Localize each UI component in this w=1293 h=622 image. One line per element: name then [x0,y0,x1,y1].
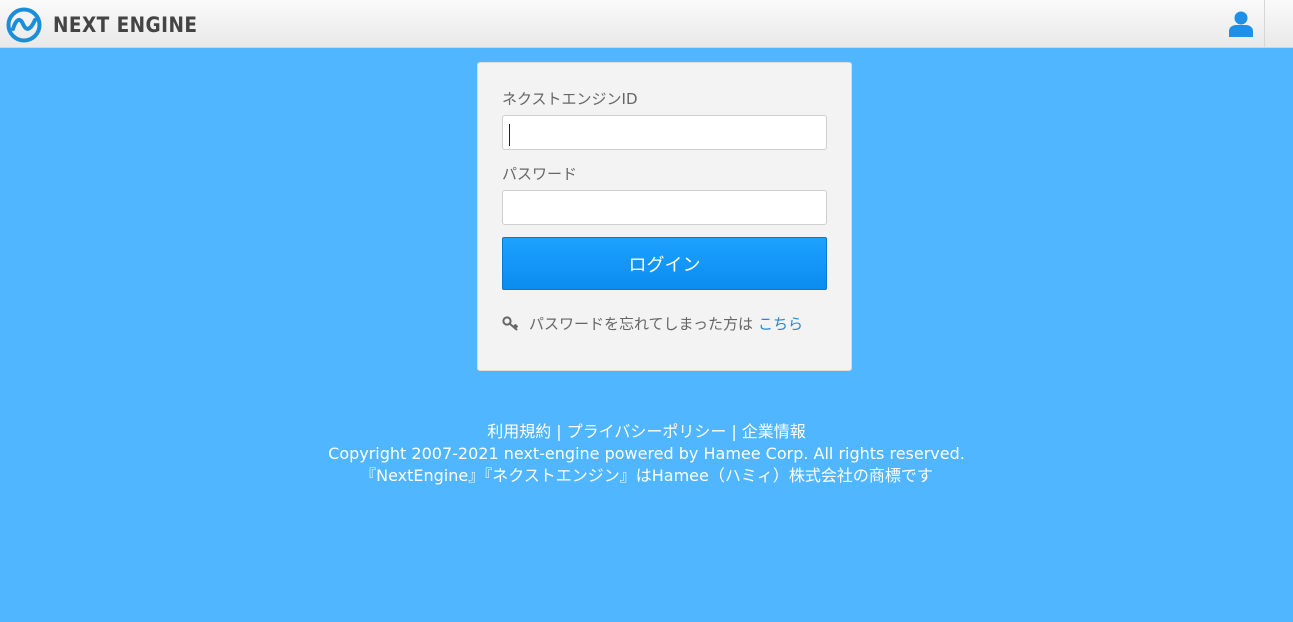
forgot-password-row: パスワードを忘れてしまった方は こちら [502,313,803,334]
footer: 利用規約 | プライバシーポリシー | 企業情報 Copyright 2007-2021… [0,421,1293,487]
top-header: NEXT ENGINE [0,0,1293,48]
user-icon [1229,11,1253,37]
footer-separator: | [556,422,562,441]
forgot-password-link[interactable]: こちら [758,313,803,334]
footer-link-terms[interactable]: 利用規約 [487,422,551,441]
next-engine-logo[interactable]: NEXT ENGINE [6,7,217,43]
text-caret [509,124,510,146]
footer-links: 利用規約 | プライバシーポリシー | 企業情報 [0,421,1293,443]
user-menu-button[interactable] [1217,0,1265,48]
header-divider [1264,0,1265,48]
footer-link-company[interactable]: 企業情報 [742,422,806,441]
key-icon [502,316,519,331]
login-button-label: ログイン [628,254,701,276]
forgot-password-text: パスワードを忘れてしまった方は [529,315,753,333]
logo-mark-icon [6,7,42,43]
footer-link-privacy[interactable]: プライバシーポリシー [567,422,727,441]
logo-text: NEXT ENGINE [53,13,198,37]
login-panel: ネクストエンジンID パスワード ログイン パスワードを忘れてしまった方は こち… [477,62,852,371]
id-label: ネクストエンジンID [502,90,638,108]
login-button[interactable]: ログイン [502,237,827,290]
footer-copyright: Copyright 2007-2021 next-engine powered … [328,444,965,463]
id-input[interactable] [502,115,827,150]
password-input[interactable] [502,190,827,225]
footer-trademark: 『NextEngine』『ネクストエンジン』はHamee（ハミィ）株式会社の商標… [360,466,933,485]
password-label: パスワード [502,165,578,183]
footer-separator: | [731,422,737,441]
